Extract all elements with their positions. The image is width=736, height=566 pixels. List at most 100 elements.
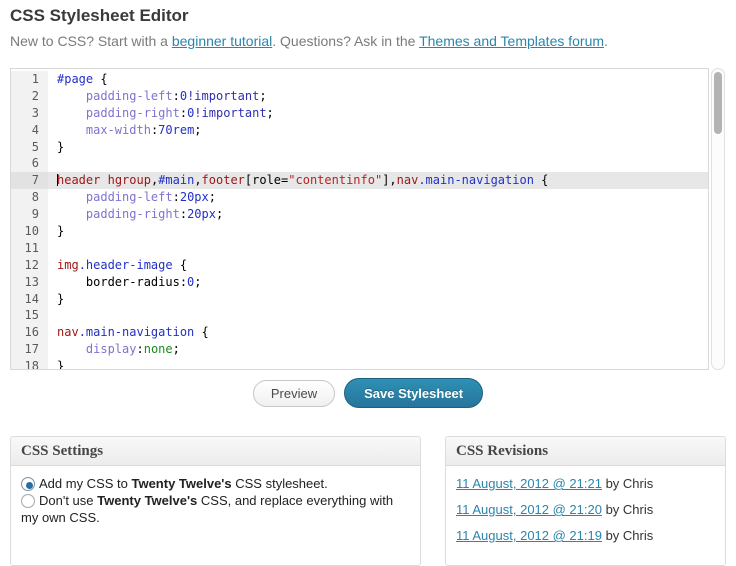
code-line-text: border-radius:0; <box>48 274 708 291</box>
code-token-plain: : <box>173 190 180 204</box>
intro-part1: New to CSS? Start with a <box>10 33 172 49</box>
code-token-plain <box>57 106 86 120</box>
option-text: CSS stylesheet. <box>232 476 328 491</box>
code-line-text: header hgroup,#main,footer[role="content… <box>48 172 708 189</box>
revision-link[interactable]: 11 August, 2012 @ 21:20 <box>456 502 602 517</box>
beginner-tutorial-link[interactable]: beginner tutorial <box>172 33 272 49</box>
code-token-plain: : <box>180 106 187 120</box>
code-token-prop: padding-right <box>86 106 180 120</box>
code-line[interactable]: 16nav.main-navigation { <box>11 324 708 341</box>
line-number: 2 <box>11 88 48 105</box>
code-line[interactable]: 3 padding-right:0!important; <box>11 105 708 122</box>
intro-part2: . Questions? Ask in the <box>272 33 419 49</box>
line-number: 8 <box>11 189 48 206</box>
line-number: 10 <box>11 223 48 240</box>
line-number: 18 <box>11 358 48 370</box>
code-token-plain <box>100 173 107 187</box>
code-token-imp: !important <box>194 106 266 120</box>
code-line-text: img.header-image { <box>48 257 708 274</box>
line-number: 12 <box>11 257 48 274</box>
css-setting-option-1[interactable]: Add my CSS to Twenty Twelve's CSS styles… <box>21 475 410 492</box>
code-line[interactable]: 17 display:none; <box>11 341 708 358</box>
css-setting-option-2[interactable]: Don't use Twenty Twelve's CSS, and repla… <box>21 492 410 526</box>
code-line[interactable]: 18} <box>11 358 708 370</box>
themes-forum-link[interactable]: Themes and Templates forum <box>419 33 604 49</box>
code-line-text: padding-left:20px; <box>48 189 708 206</box>
code-line-text: } <box>48 223 708 240</box>
code-line[interactable]: 15 <box>11 307 708 324</box>
code-token-plain <box>57 342 86 356</box>
code-token-num: 0 <box>180 89 187 103</box>
code-token-plain: } <box>57 359 64 370</box>
revision-author: by Chris <box>602 528 653 543</box>
code-line[interactable]: 2 padding-left:0!important; <box>11 88 708 105</box>
intro-part3: . <box>604 33 608 49</box>
code-line-text: padding-left:0!important; <box>48 88 708 105</box>
code-token-atom: #main <box>158 173 194 187</box>
code-lines-container: 1#page {2 padding-left:0!important;3 pad… <box>11 69 708 370</box>
option-text: Don't use <box>39 493 97 508</box>
code-line-text: padding-right:0!important; <box>48 105 708 122</box>
line-number: 7 <box>11 172 48 189</box>
code-line[interactable]: 11 <box>11 240 708 257</box>
code-line[interactable]: 12img.header-image { <box>11 257 708 274</box>
code-line[interactable]: 4 max-width:70rem; <box>11 122 708 139</box>
line-number: 16 <box>11 324 48 341</box>
code-line[interactable]: 13 border-radius:0; <box>11 274 708 291</box>
code-token-prop: padding-left <box>86 190 173 204</box>
code-token-plain: , <box>194 173 201 187</box>
code-line[interactable]: 8 padding-left:20px; <box>11 189 708 206</box>
code-token-plain: : <box>180 207 187 221</box>
line-number: 9 <box>11 206 48 223</box>
css-setting-radio-1[interactable] <box>21 477 35 491</box>
code-line[interactable]: 6 <box>11 155 708 172</box>
css-code-editor[interactable]: 1#page {2 padding-left:0!important;3 pad… <box>10 68 709 370</box>
code-token-plain <box>57 89 86 103</box>
preview-button[interactable]: Preview <box>253 380 335 407</box>
revision-link[interactable]: 11 August, 2012 @ 21:21 <box>456 476 602 491</box>
code-line-text: nav.main-navigation { <box>48 324 708 341</box>
intro-text: New to CSS? Start with a beginner tutori… <box>10 33 608 49</box>
line-number: 5 <box>11 139 48 156</box>
css-settings-panel: CSS Settings Add my CSS to Twenty Twelve… <box>10 436 421 566</box>
code-token-prop: padding-left <box>86 89 173 103</box>
line-number: 6 <box>11 155 48 172</box>
code-token-plain: [role= <box>245 173 288 187</box>
code-line-text: } <box>48 139 708 156</box>
code-token-tag: header <box>57 173 100 187</box>
code-token-plain: : <box>173 89 180 103</box>
css-revisions-title: CSS Revisions <box>456 443 548 459</box>
revision-author: by Chris <box>602 476 653 491</box>
code-token-prop: padding-right <box>86 207 180 221</box>
scrollbar-track[interactable] <box>711 68 725 370</box>
code-token-plain: ; <box>267 106 274 120</box>
revision-link[interactable]: 11 August, 2012 @ 21:19 <box>456 528 602 543</box>
code-token-plain <box>57 123 86 137</box>
code-token-imp: !important <box>187 89 259 103</box>
code-line-text: } <box>48 358 708 370</box>
code-line-text: padding-right:20px; <box>48 206 708 223</box>
code-token-num: 20px <box>180 190 209 204</box>
code-token-plain: } <box>57 140 64 154</box>
code-line[interactable]: 14} <box>11 291 708 308</box>
code-token-atom: .main-navigation <box>418 173 534 187</box>
code-line[interactable]: 1#page { <box>11 71 708 88</box>
code-token-atom: .header-image <box>79 258 173 272</box>
save-stylesheet-button[interactable]: Save Stylesheet <box>344 378 483 408</box>
code-line[interactable]: 9 padding-right:20px; <box>11 206 708 223</box>
code-token-num: 20px <box>187 207 216 221</box>
code-line[interactable]: 5} <box>11 139 708 156</box>
code-token-tag: nav <box>397 173 419 187</box>
code-line[interactable]: 7header hgroup,#main,footer[role="conten… <box>11 172 708 189</box>
code-token-plain: ; <box>216 207 223 221</box>
css-settings-title: CSS Settings <box>21 443 103 459</box>
css-setting-radio-2[interactable] <box>21 494 35 508</box>
css-revisions-body: 11 August, 2012 @ 21:21 by Chris11 Augus… <box>446 466 725 562</box>
code-token-plain: } <box>57 292 64 306</box>
code-line[interactable]: 10} <box>11 223 708 240</box>
code-token-plain: { <box>173 258 187 272</box>
code-token-kw: none <box>144 342 173 356</box>
scrollbar-thumb[interactable] <box>714 72 722 134</box>
editor-actions: Preview Save Stylesheet <box>0 377 736 409</box>
code-token-plain: { <box>534 173 548 187</box>
